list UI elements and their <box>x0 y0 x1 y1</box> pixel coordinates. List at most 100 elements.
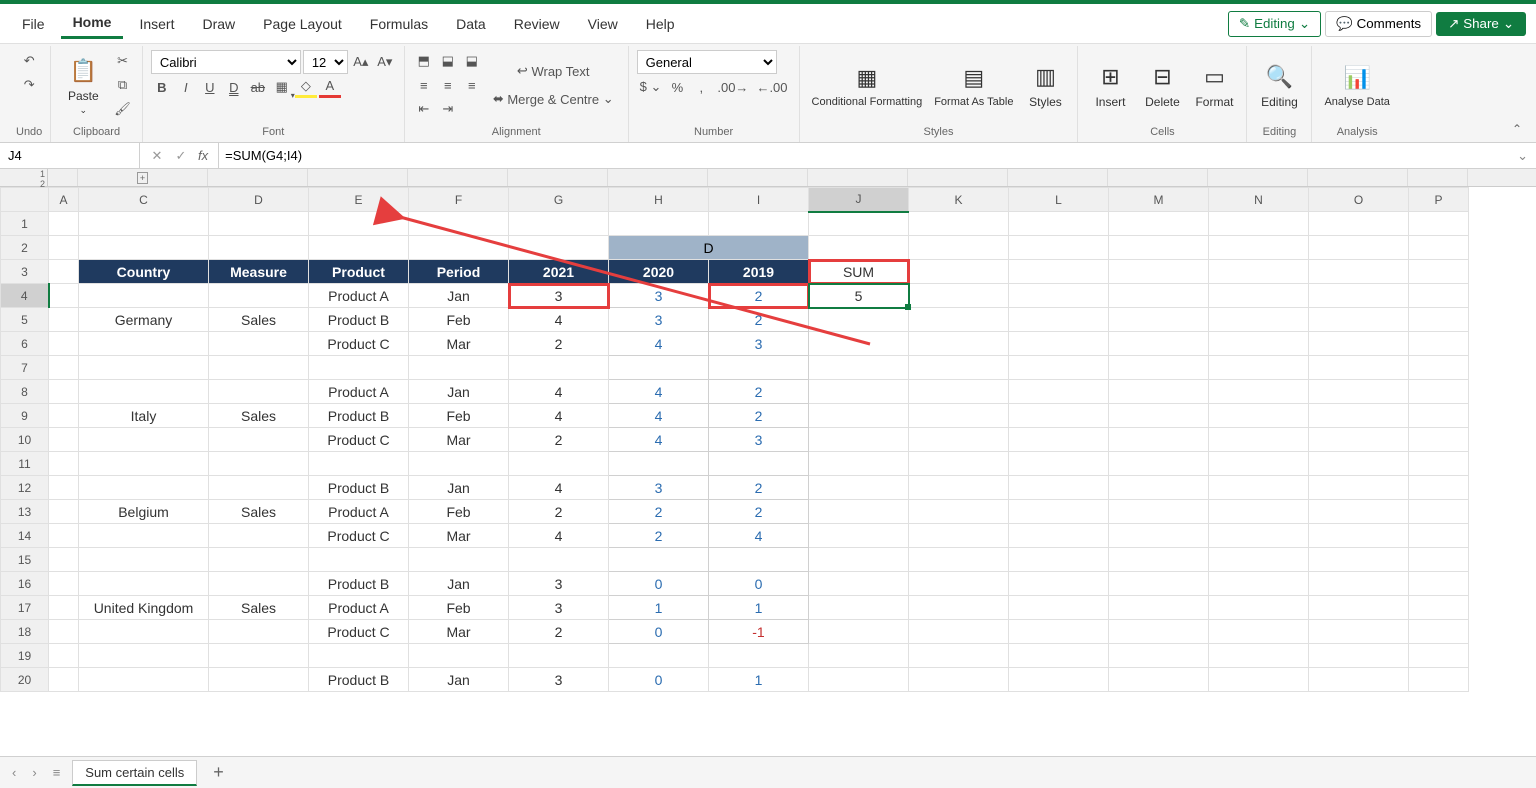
row-header-13[interactable]: 13 <box>1 500 49 524</box>
cell-F10[interactable]: Mar <box>409 428 509 452</box>
row-header-15[interactable]: 15 <box>1 548 49 572</box>
cell-H18[interactable]: 0 <box>609 620 709 644</box>
cell-D6[interactable] <box>209 332 309 356</box>
merge-centre-button[interactable]: ⬌ Merge & Centre ⌄ <box>487 88 620 110</box>
cell-O6[interactable] <box>1309 332 1409 356</box>
cell-N6[interactable] <box>1209 332 1309 356</box>
cell-P8[interactable] <box>1409 380 1469 404</box>
cell-P18[interactable] <box>1409 620 1469 644</box>
cell-F8[interactable]: Jan <box>409 380 509 404</box>
cell-P16[interactable] <box>1409 572 1469 596</box>
row-header-17[interactable]: 17 <box>1 596 49 620</box>
col-header-O[interactable]: O <box>1309 188 1409 212</box>
spreadsheet-grid[interactable]: ACDEFGHIJKLMNOP 12D3CountryMeasureProduc… <box>0 187 1469 692</box>
cell-G14[interactable]: 4 <box>509 524 609 548</box>
cell-G6[interactable]: 2 <box>509 332 609 356</box>
cell-G3[interactable]: 2021 <box>509 260 609 284</box>
cell-D1[interactable] <box>209 212 309 236</box>
cell-K3[interactable] <box>909 260 1009 284</box>
cell-styles-button[interactable]: ▥Styles <box>1021 59 1069 111</box>
cell-K5[interactable] <box>909 308 1009 332</box>
cell-I17[interactable]: 1 <box>709 596 809 620</box>
cell-N19[interactable] <box>1209 644 1309 668</box>
col-header-M[interactable]: M <box>1109 188 1209 212</box>
cell-C16[interactable] <box>79 572 209 596</box>
cell-D12[interactable] <box>209 476 309 500</box>
cell-P9[interactable] <box>1409 404 1469 428</box>
cell-I8[interactable]: 2 <box>709 380 809 404</box>
cell-I1[interactable] <box>709 212 809 236</box>
cell-J6[interactable] <box>809 332 909 356</box>
borders-button[interactable]: ▦ <box>271 76 293 98</box>
cell-G15[interactable] <box>509 548 609 572</box>
cell-A6[interactable] <box>49 332 79 356</box>
cell-P12[interactable] <box>1409 476 1469 500</box>
insert-cells-button[interactable]: ⊞Insert <box>1086 59 1134 111</box>
cell-F2[interactable] <box>409 236 509 260</box>
cell-M3[interactable] <box>1109 260 1209 284</box>
cell-F15[interactable] <box>409 548 509 572</box>
cell-M8[interactable] <box>1109 380 1209 404</box>
collapse-ribbon-button[interactable]: ⌃ <box>1506 116 1528 142</box>
cell-E3[interactable]: Product <box>309 260 409 284</box>
cell-G7[interactable] <box>509 356 609 380</box>
menu-help[interactable]: Help <box>634 10 687 38</box>
cell-E14[interactable]: Product C <box>309 524 409 548</box>
cell-M19[interactable] <box>1109 644 1209 668</box>
cell-L1[interactable] <box>1009 212 1109 236</box>
format-as-table-button[interactable]: ▤Format As Table <box>930 60 1017 110</box>
font-name-select[interactable]: Calibri <box>151 50 301 74</box>
cell-L10[interactable] <box>1009 428 1109 452</box>
cell-A4[interactable] <box>49 284 79 308</box>
cell-E7[interactable] <box>309 356 409 380</box>
conditional-formatting-button[interactable]: ▦Conditional Formatting <box>808 60 927 110</box>
cell-E2[interactable] <box>309 236 409 260</box>
cell-A18[interactable] <box>49 620 79 644</box>
cell-N1[interactable] <box>1209 212 1309 236</box>
col-header-K[interactable]: K <box>909 188 1009 212</box>
cell-D5[interactable]: Sales <box>209 308 309 332</box>
cell-A14[interactable] <box>49 524 79 548</box>
tab-prev-button[interactable]: ‹ <box>8 765 20 780</box>
strike-button[interactable]: ab <box>247 76 269 98</box>
worksheet-area[interactable]: 12 + ACDEFGHIJKLMNOP 12D3CountryMeasureP… <box>0 169 1536 756</box>
cell-K12[interactable] <box>909 476 1009 500</box>
cell-M18[interactable] <box>1109 620 1209 644</box>
cell-K9[interactable] <box>909 404 1009 428</box>
row-header-14[interactable]: 14 <box>1 524 49 548</box>
cell-F18[interactable]: Mar <box>409 620 509 644</box>
cell-F9[interactable]: Feb <box>409 404 509 428</box>
menu-page-layout[interactable]: Page Layout <box>251 10 354 38</box>
increase-decimal-button[interactable]: .00→ <box>714 76 751 98</box>
cell-D11[interactable] <box>209 452 309 476</box>
cell-H20[interactable]: 0 <box>609 668 709 692</box>
cell-M15[interactable] <box>1109 548 1209 572</box>
cell-K20[interactable] <box>909 668 1009 692</box>
cell-M11[interactable] <box>1109 452 1209 476</box>
cell-H7[interactable] <box>609 356 709 380</box>
cell-E1[interactable] <box>309 212 409 236</box>
cell-I12[interactable]: 2 <box>709 476 809 500</box>
cell-N10[interactable] <box>1209 428 1309 452</box>
cell-G20[interactable]: 3 <box>509 668 609 692</box>
cell-J9[interactable] <box>809 404 909 428</box>
cell-F3[interactable]: Period <box>409 260 509 284</box>
cell-P3[interactable] <box>1409 260 1469 284</box>
cell-A13[interactable] <box>49 500 79 524</box>
cell-H3[interactable]: 2020 <box>609 260 709 284</box>
cell-P15[interactable] <box>1409 548 1469 572</box>
underline-button[interactable]: U <box>199 76 221 98</box>
cell-P10[interactable] <box>1409 428 1469 452</box>
cell-I7[interactable] <box>709 356 809 380</box>
editing-menu-button[interactable]: 🔍Editing <box>1255 59 1303 111</box>
cell-N13[interactable] <box>1209 500 1309 524</box>
cell-D7[interactable] <box>209 356 309 380</box>
cell-D2[interactable] <box>209 236 309 260</box>
cell-P17[interactable] <box>1409 596 1469 620</box>
cell-J12[interactable] <box>809 476 909 500</box>
menu-draw[interactable]: Draw <box>190 10 247 38</box>
cancel-formula-button[interactable]: ✕ <box>146 145 168 167</box>
cell-I18[interactable]: -1 <box>709 620 809 644</box>
increase-indent-button[interactable]: ⇥ <box>437 98 459 120</box>
cell-H1[interactable] <box>609 212 709 236</box>
